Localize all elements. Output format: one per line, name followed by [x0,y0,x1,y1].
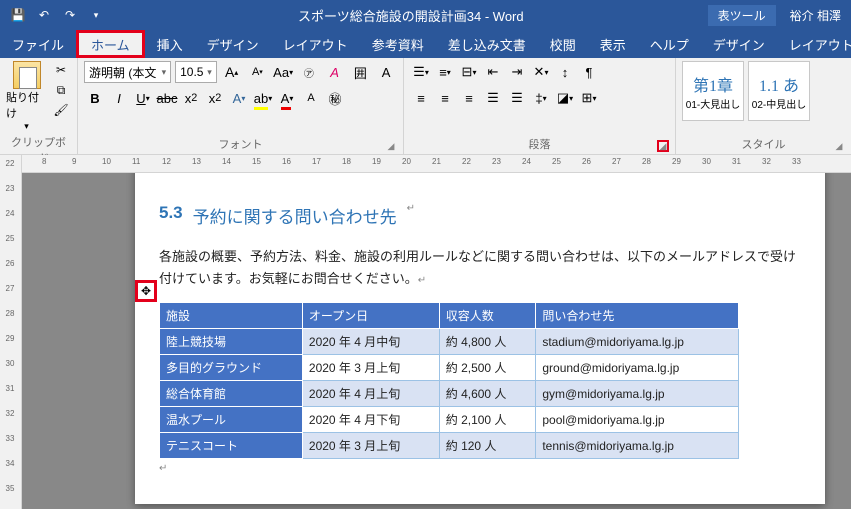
decrease-indent-icon[interactable]: ⇤ [482,61,504,83]
borders-icon[interactable]: ⊞▾ [578,87,600,109]
superscript-button[interactable]: x2 [204,87,226,109]
save-icon[interactable]: 💾 [8,5,28,25]
line-spacing-icon[interactable]: ‡▾ [530,87,552,109]
table-row: テニスコート2020 年 3 月上旬約 120 人tennis@midoriya… [160,433,739,459]
user-name[interactable]: 裕介 相澤 [790,7,841,24]
enclosed-character-icon[interactable]: ㊙ [324,87,346,109]
character-shading-icon[interactable]: A [300,87,322,109]
tab-table-layout[interactable]: レイアウト [777,30,851,58]
font-dialog-launcher[interactable]: ◢ [385,140,397,152]
tab-references[interactable]: 参考資料 [360,30,436,58]
decrease-font-icon[interactable]: A▾ [247,61,269,83]
asian-layout-icon[interactable]: ✕▾ [530,61,552,83]
change-case-icon[interactable]: Aa▾ [272,61,294,83]
font-name-select[interactable]: 游明朝 (本文▾ [84,61,171,83]
bold-button[interactable]: B [84,87,106,109]
show-marks-icon[interactable]: ¶ [578,61,600,83]
copy-icon[interactable]: ⧉ [51,81,71,99]
ribbon-group-paragraph: ☰▾ ≡▾ ⊟▾ ⇤ ⇥ ✕▾ ↕ ¶ ≡ ≡ ≡ ☰ ☰ ‡▾ ◪▾ ⊞▾ 段… [404,58,676,154]
clipboard-icon [13,61,41,89]
phonetic-guide-icon[interactable]: ㋐ [298,61,320,83]
distributed-icon[interactable]: ☰ [506,87,528,109]
align-right-icon[interactable]: ≡ [458,87,480,109]
vertical-ruler[interactable]: 2223242526272829303132333435 [0,155,22,509]
intro-paragraph: 各施設の概要、予約方法、料金、施設の利用ルールなどに関する問い合わせは、以下のメ… [159,246,805,290]
cut-icon[interactable]: ✂ [51,61,71,79]
table-header-row: 施設 オープン日 収容人数 問い合わせ先 [160,303,739,329]
font-size-select[interactable]: 10.5▾ [175,61,217,83]
document-page[interactable]: 5.3 予約に関する問い合わせ先↵ 各施設の概要、予約方法、料金、施設の利用ルー… [135,173,825,504]
ribbon-tabs: ファイル ホーム 挿入 デザイン レイアウト 参考資料 差し込み文書 校閲 表示… [0,30,851,58]
tab-help[interactable]: ヘルプ [638,30,701,58]
document-area: 2223242526272829303132333435 89101112131… [0,155,851,509]
italic-button[interactable]: I [108,87,130,109]
table-row: 多目的グラウンド2020 年 3 月上旬約 2,500 人ground@mido… [160,355,739,381]
font-color-icon[interactable]: A▾ [276,87,298,109]
tab-design[interactable]: デザイン [195,30,271,58]
shading-icon[interactable]: ◪▾ [554,87,576,109]
inquiry-table[interactable]: 施設 オープン日 収容人数 問い合わせ先 陸上競技場2020 年 4 月中旬約 … [159,302,739,459]
character-border-icon[interactable]: A [375,61,397,83]
tab-layout[interactable]: レイアウト [271,30,360,58]
tab-review[interactable]: 校閲 [538,30,588,58]
col-header: 施設 [160,303,303,329]
tab-insert[interactable]: 挿入 [145,30,195,58]
bullet-list-icon[interactable]: ☰▾ [410,61,432,83]
justify-icon[interactable]: ☰ [482,87,504,109]
horizontal-ruler[interactable]: 8910111213141516171819202122232425262728… [22,155,851,173]
tab-mail[interactable]: 差し込み文書 [436,30,538,58]
multilevel-list-icon[interactable]: ⊟▾ [458,61,480,83]
ribbon-group-font: 游明朝 (本文▾ 10.5▾ A▴ A▾ Aa▾ ㋐ A 囲 A B I U▾ … [78,58,404,154]
enclose-characters-icon[interactable]: 囲 [350,61,372,83]
increase-indent-icon[interactable]: ⇥ [506,61,528,83]
ribbon: 貼り付け ▾ ✂ ⧉ 🖌 クリップボード◢ 游明朝 (本文▾ 10.5▾ A▴ … [0,58,851,155]
style-heading1[interactable]: 第1章 01-大見出し [682,61,744,121]
style-heading2[interactable]: 1.1 あ 02-中見出し [748,61,810,121]
window-title: スポーツ総合施設の開設計画34 - Word [114,6,708,25]
redo-icon[interactable]: ↷ [60,5,80,25]
qat-more-icon[interactable]: ▾ [86,5,106,25]
titlebar: 💾 ↶ ↷ ▾ スポーツ総合施設の開設計画34 - Word 表ツール 裕介 相… [0,0,851,30]
table-row: 総合体育館2020 年 4 月上旬約 4,600 人gym@midoriyama… [160,381,739,407]
strikethrough-button[interactable]: abc [156,87,178,109]
tab-file[interactable]: ファイル [0,30,76,58]
paragraph-dialog-launcher[interactable]: ◢ [657,140,669,152]
col-header: 問い合わせ先 [536,303,739,329]
page-scroll[interactable]: 5.3 予約に関する問い合わせ先↵ 各施設の概要、予約方法、料金、施設の利用ルー… [22,173,851,509]
tab-table-design[interactable]: デザイン [701,30,777,58]
ribbon-group-styles: 第1章 01-大見出し 1.1 あ 02-中見出し スタイル ◢ [676,58,851,154]
col-header: 収容人数 [439,303,536,329]
table-move-handle[interactable]: ✥ [135,280,157,302]
styles-label: スタイル [742,139,786,151]
paragraph-label: 段落 [529,139,551,151]
increase-font-icon[interactable]: A▴ [221,61,243,83]
table-row: 温水プール2020 年 4 月下旬約 2,100 人pool@midoriyam… [160,407,739,433]
highlight-color-icon[interactable]: ab▾ [252,87,274,109]
text-effects-icon[interactable]: A▾ [228,87,250,109]
undo-icon[interactable]: ↶ [34,5,54,25]
align-center-icon[interactable]: ≡ [434,87,456,109]
subscript-button[interactable]: x2 [180,87,202,109]
numbered-list-icon[interactable]: ≡▾ [434,61,456,83]
quick-access-toolbar: 💾 ↶ ↷ ▾ [0,5,114,25]
paste-button[interactable]: 貼り付け ▾ [6,61,47,132]
sort-icon[interactable]: ↕ [554,61,576,83]
font-label: フォント [219,139,263,151]
col-header: オープン日 [302,303,439,329]
ribbon-group-clipboard: 貼り付け ▾ ✂ ⧉ 🖌 クリップボード◢ [0,58,78,154]
table-row: 陸上競技場2020 年 4 月中旬約 4,800 人stadium@midori… [160,329,739,355]
format-painter-icon[interactable]: 🖌 [51,101,71,119]
contextual-tab-label: 表ツール [708,5,776,26]
clear-formatting-icon[interactable]: A [324,61,346,83]
underline-button[interactable]: U▾ [132,87,154,109]
tab-view[interactable]: 表示 [588,30,638,58]
tab-home[interactable]: ホーム [76,30,145,58]
heading-5-3: 5.3 予約に関する問い合わせ先↵ [159,203,805,228]
styles-dialog-launcher[interactable]: ◢ [833,140,845,152]
align-left-icon[interactable]: ≡ [410,87,432,109]
